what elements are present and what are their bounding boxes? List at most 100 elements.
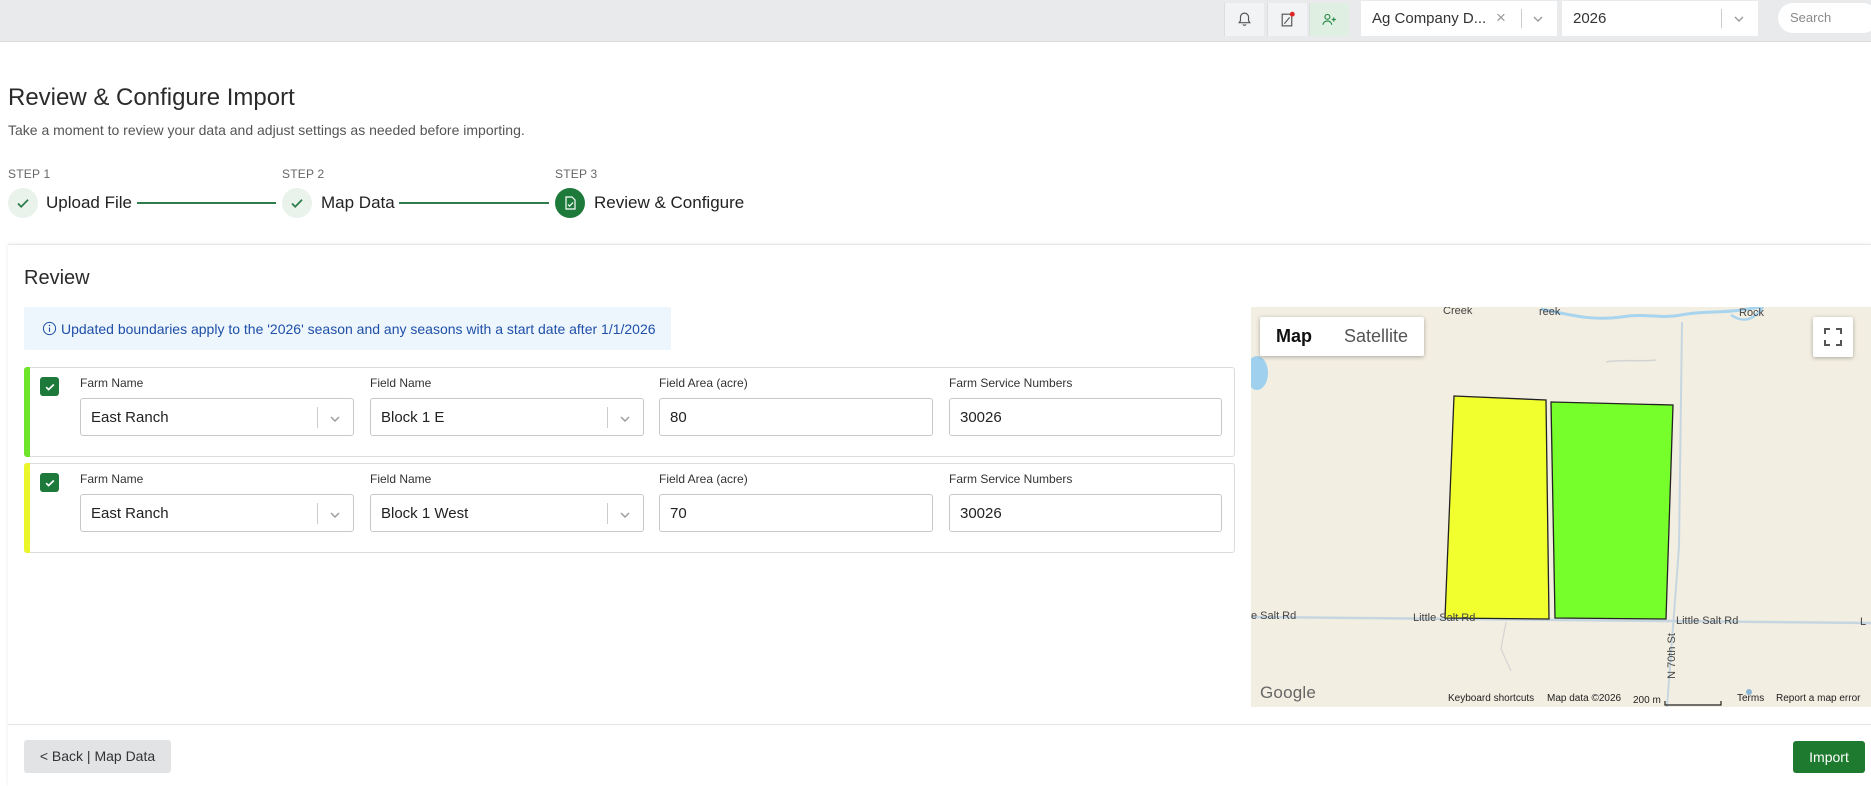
- report-map-error-link[interactable]: Report a map error: [1776, 693, 1860, 704]
- track: [1605, 359, 1657, 363]
- info-icon: [42, 321, 57, 336]
- water-label: Rock: [1739, 307, 1765, 319]
- step-3-label: STEP 3: [555, 167, 598, 181]
- farm-name-label: Farm Name: [80, 376, 144, 390]
- farm-name-select[interactable]: East Ranch: [80, 398, 354, 436]
- search-input[interactable]: Search: [1778, 3, 1871, 33]
- water-label: reek: [1539, 307, 1561, 318]
- map-type-satellite-button[interactable]: Satellite: [1328, 317, 1424, 356]
- field-boundary-west[interactable]: [1444, 395, 1550, 620]
- field-area-input[interactable]: 70: [659, 494, 933, 532]
- step-2-title: Map Data: [321, 193, 395, 212]
- step-3-title: Review & Configure: [594, 193, 745, 212]
- document-check-icon: [565, 196, 576, 210]
- chevron-down-icon[interactable]: [618, 508, 632, 522]
- select-separator: [317, 503, 318, 524]
- map-type-control: Map Satellite: [1260, 317, 1425, 356]
- season-select[interactable]: 2026: [1562, 1, 1758, 36]
- map-data-attribution: Map data ©2026: [1547, 693, 1622, 704]
- map-alert-icon: [1281, 11, 1295, 27]
- fsn-input[interactable]: 30026: [949, 494, 1222, 532]
- company-select[interactable]: Ag Company D... ×: [1361, 1, 1557, 36]
- pond: [1251, 356, 1268, 390]
- fsn-label: Farm Service Numbers: [949, 472, 1073, 486]
- field-area-label: Field Area (acre): [659, 376, 748, 390]
- step-1-circle: [8, 188, 38, 218]
- field-area-label: Field Area (acre): [659, 472, 748, 486]
- users-button[interactable]: [1309, 3, 1349, 36]
- clear-icon[interactable]: ×: [1496, 8, 1506, 28]
- creek-line: [1540, 307, 1762, 320]
- step-2-circle: [282, 188, 312, 218]
- review-title: Review: [24, 267, 90, 289]
- field-name-label: Field Name: [370, 472, 432, 486]
- scale-label: 200 m: [1633, 695, 1661, 706]
- field-name-value: Block 1 E: [381, 409, 445, 426]
- farm-name-select[interactable]: East Ranch: [80, 494, 354, 532]
- terms-link[interactable]: Terms: [1737, 693, 1764, 704]
- row-color-bar: [24, 463, 30, 553]
- map-canvas: [1251, 307, 1871, 707]
- check-icon: [17, 199, 29, 208]
- google-logo: Google: [1260, 683, 1317, 702]
- road-label: L: [1860, 616, 1867, 628]
- info-banner: Updated boundaries apply to the '2026' s…: [24, 307, 671, 350]
- chevron-down-icon[interactable]: [328, 508, 342, 522]
- road-label: Little Salt Rd: [1676, 615, 1739, 627]
- row-checkbox[interactable]: [40, 377, 59, 396]
- keyboard-shortcuts-link[interactable]: Keyboard shortcuts: [1448, 693, 1534, 704]
- field-area-input[interactable]: 80: [659, 398, 933, 436]
- top-bar: Ag Company D... × 2026 Search: [0, 0, 1871, 42]
- field-row: Farm Name East Ranch Field Name Block 1 …: [24, 367, 1235, 457]
- field-name-value: Block 1 West: [381, 505, 469, 522]
- field-row: Farm Name East Ranch Field Name Block 1 …: [24, 463, 1235, 553]
- season-select-value: 2026: [1573, 10, 1607, 27]
- step-3-circle: [555, 188, 585, 218]
- info-text: Updated boundaries apply to the '2026' s…: [61, 320, 656, 337]
- fsn-input[interactable]: 30026: [949, 398, 1222, 436]
- road-label: e Salt Rd: [1251, 610, 1297, 622]
- field-name-select[interactable]: Block 1 E: [370, 398, 644, 436]
- import-button[interactable]: Import: [1793, 741, 1865, 773]
- farm-name-value: East Ranch: [91, 505, 169, 522]
- select-separator: [1721, 9, 1722, 28]
- fullscreen-button[interactable]: [1813, 317, 1853, 357]
- select-separator: [1521, 9, 1522, 28]
- step-connector: [137, 202, 276, 204]
- step-1-label: STEP 1: [8, 167, 51, 181]
- check-icon: [291, 199, 303, 208]
- water-label: Creek: [1443, 307, 1473, 317]
- back-button[interactable]: < Back | Map Data: [24, 740, 171, 773]
- map-view[interactable]: Creek reek Rock Map Satellite e Salt Rd …: [1251, 307, 1871, 707]
- road-label: Little Salt Rd: [1413, 612, 1476, 624]
- step-connector: [399, 202, 549, 204]
- select-separator: [607, 503, 608, 524]
- row-color-bar: [24, 367, 30, 457]
- fsn-label: Farm Service Numbers: [949, 376, 1073, 390]
- farm-name-label: Farm Name: [80, 472, 144, 486]
- alerts-button[interactable]: [1267, 3, 1307, 36]
- page-title: Review & Configure Import: [8, 84, 295, 111]
- footer-divider: [8, 724, 1871, 725]
- scale-bar: [1664, 701, 1722, 706]
- notifications-button[interactable]: [1224, 3, 1264, 36]
- map-type-map-button[interactable]: Map: [1260, 317, 1328, 356]
- check-icon: [45, 479, 54, 487]
- select-separator: [317, 407, 318, 428]
- add-user-icon: [1322, 13, 1336, 25]
- field-name-select[interactable]: Block 1 West: [370, 494, 644, 532]
- field-name-label: Field Name: [370, 376, 432, 390]
- select-separator: [607, 407, 608, 428]
- field-boundary-east[interactable]: [1550, 401, 1674, 620]
- bell-icon: [1238, 12, 1251, 26]
- step-1-title: Upload File: [46, 193, 132, 212]
- chevron-down-icon[interactable]: [328, 412, 342, 426]
- chevron-down-icon[interactable]: [1732, 12, 1746, 26]
- fullscreen-icon: [1824, 328, 1842, 346]
- check-icon: [45, 383, 54, 391]
- track: [1500, 621, 1512, 672]
- chevron-down-icon[interactable]: [618, 412, 632, 426]
- chevron-down-icon[interactable]: [1531, 12, 1545, 26]
- step-2-label: STEP 2: [282, 167, 325, 181]
- row-checkbox[interactable]: [40, 473, 59, 492]
